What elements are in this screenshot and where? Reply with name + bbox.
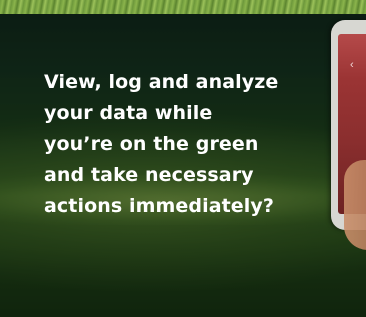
headline-line: actions immediately?: [44, 195, 274, 217]
headline-line: View, log and analyze: [44, 71, 279, 93]
grass-strip-image: [0, 0, 366, 14]
headline-line: and take necessary: [44, 164, 254, 186]
headline-line: you’re on the green: [44, 133, 259, 155]
chevron-left-icon: ‹: [350, 59, 354, 71]
promo-headline: View, log and analyze your data while yo…: [44, 67, 344, 222]
hand-image: [344, 160, 366, 250]
promo-banner: ‹ View, log and analyze your data while …: [0, 0, 366, 317]
headline-line: your data while: [44, 102, 213, 124]
